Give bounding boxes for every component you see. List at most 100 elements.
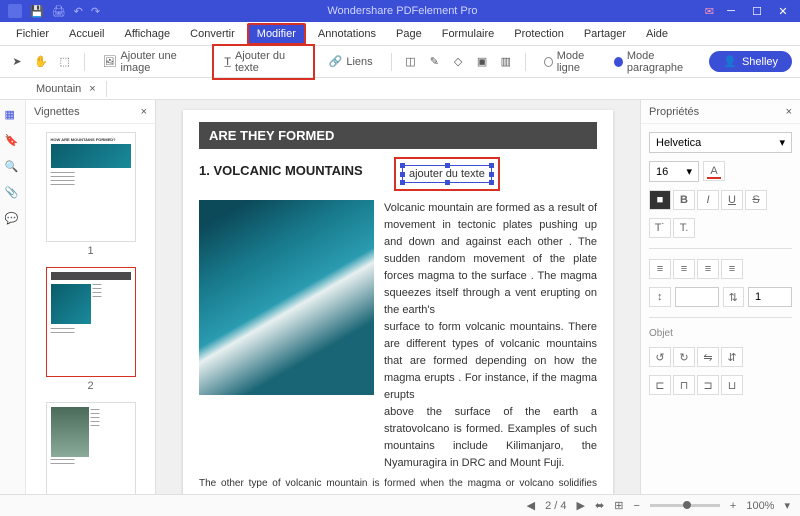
maximize-button[interactable]: ☐	[748, 3, 766, 19]
thumb-2-number: 2	[46, 380, 136, 392]
chevron-down-icon: ▾	[779, 136, 785, 149]
zoom-dropdown-icon[interactable]: ▾	[784, 499, 790, 512]
align-left-button[interactable]: ≡	[649, 259, 671, 279]
crop-icon[interactable]: ◫	[402, 52, 420, 72]
align-right-button[interactable]: ≡	[697, 259, 719, 279]
thumbnails-icon[interactable]: ▦	[5, 108, 21, 124]
redo-icon[interactable]: ↷	[91, 5, 100, 18]
undo-icon[interactable]: ↶	[74, 5, 83, 18]
panel-close-icon[interactable]: ×	[141, 106, 147, 118]
page-image	[199, 200, 374, 395]
thumbnail-2[interactable]: ▬▬▬▬▬▬▬▬▬▬▬▬ ▬▬▬▬▬▬▬▬▬▬▬▬▬▬▬▬	[46, 267, 136, 377]
thumbnails-title: Vignettes	[34, 106, 80, 118]
strike-button[interactable]: S	[745, 190, 767, 210]
doc-tab-mountain[interactable]: Mountain×	[26, 81, 107, 97]
bold-button[interactable]: B	[673, 190, 695, 210]
menu-protection[interactable]: Protection	[506, 25, 572, 43]
chevron-down-icon: ▾	[686, 165, 692, 178]
shape2-icon[interactable]: ▣	[473, 52, 491, 72]
attachment-icon[interactable]: 📎	[5, 186, 21, 202]
italic-button[interactable]: I	[697, 190, 719, 210]
thumbnail-3[interactable]: ▬▬▬▬▬▬▬▬▬▬▬▬▬▬▬ ▬▬▬▬▬▬▬▬▬▬▬▬▬▬▬▬	[46, 402, 136, 494]
superscript-button[interactable]: T˙	[649, 218, 671, 238]
spacing-icon: ↕	[649, 287, 671, 307]
document-canvas[interactable]: ARE THEY FORMED 1. VOLCANIC MOUNTAINS aj…	[156, 100, 640, 494]
menu-partager[interactable]: Partager	[576, 25, 634, 43]
mode-paragraph-radio[interactable]: Mode paragraphe	[614, 50, 703, 74]
font-color-button[interactable]: A	[703, 161, 725, 181]
menu-annotations[interactable]: Annotations	[310, 25, 384, 43]
obj-align-left-button[interactable]: ⊏	[649, 375, 671, 395]
edit-icon[interactable]: ✎	[425, 52, 443, 72]
add-image-button[interactable]: 🖼Ajouter une image	[94, 47, 206, 77]
line-spacing-icon: ⇅	[723, 287, 745, 307]
shape1-icon[interactable]: ◇	[449, 52, 467, 72]
obj-align-center-button[interactable]: ⊓	[673, 375, 695, 395]
links-button[interactable]: 🔗Liens	[321, 52, 381, 71]
prev-page-button[interactable]: ◀	[527, 499, 535, 512]
zoom-in-button[interactable]: +	[730, 500, 736, 512]
obj-align-right-button[interactable]: ⊐	[697, 375, 719, 395]
app-logo	[8, 4, 22, 18]
text-insert-highlight: ajouter du texte	[394, 157, 500, 191]
menu-affichage[interactable]: Affichage	[116, 25, 178, 43]
font-size-select[interactable]: 16▾	[649, 161, 699, 182]
fill-color-button[interactable]: ■	[649, 190, 671, 210]
menu-formulaire[interactable]: Formulaire	[434, 25, 503, 43]
menu-aide[interactable]: Aide	[638, 25, 676, 43]
props-close-icon[interactable]: ×	[786, 106, 792, 118]
menu-convertir[interactable]: Convertir	[182, 25, 243, 43]
left-icon-rail: ⌂ ▦ 🔖 🔍 📎 💬	[0, 100, 26, 494]
menu-accueil[interactable]: Accueil	[61, 25, 112, 43]
add-text-button[interactable]: T̲Ajouter du texte	[212, 44, 314, 80]
page-paragraph-1: Volcanic mountain are formed as a result…	[384, 200, 597, 472]
rotate-right-button[interactable]: ↻	[673, 347, 695, 367]
object-section-label: Objet	[649, 328, 792, 339]
fit-width-icon[interactable]: ⬌	[595, 499, 604, 512]
pdf-page: ARE THEY FORMED 1. VOLCANIC MOUNTAINS aj…	[183, 110, 613, 494]
print-icon[interactable]: 🖨	[52, 5, 66, 18]
obj-distribute-button[interactable]: ⊔	[721, 375, 743, 395]
menu-page[interactable]: Page	[388, 25, 430, 43]
rotate-left-button[interactable]: ↺	[649, 347, 671, 367]
line-spacing-input[interactable]: 1	[748, 287, 792, 307]
align-justify-button[interactable]: ≡	[721, 259, 743, 279]
align-center-button[interactable]: ≡	[673, 259, 695, 279]
fit-page-icon[interactable]: ⊞	[614, 499, 623, 512]
zoom-slider[interactable]	[650, 504, 720, 507]
save-icon[interactable]: 💾	[30, 5, 44, 18]
font-family-select[interactable]: Helvetica▾	[649, 132, 792, 153]
zoom-value: 100%	[746, 500, 774, 512]
properties-title: Propriétés	[649, 106, 699, 118]
shape3-icon[interactable]: ▥	[497, 52, 515, 72]
underline-button[interactable]: U	[721, 190, 743, 210]
flip-h-button[interactable]: ⇋	[697, 347, 719, 367]
page-paragraph-2: The other type of volcanic mountain is f…	[199, 476, 597, 494]
close-button[interactable]: ✕	[774, 3, 792, 19]
properties-panel: Propriétés × Helvetica▾ 16▾ A ■ B I U S T…	[640, 100, 800, 494]
zoom-out-button[interactable]: −	[633, 500, 639, 512]
subscript-button[interactable]: T.	[673, 218, 695, 238]
mode-line-radio[interactable]: Mode ligne	[544, 50, 604, 74]
menu-modifier[interactable]: Modifier	[247, 23, 306, 45]
toolbar: ➤ ✋ ⬚ 🖼Ajouter une image T̲Ajouter du te…	[0, 46, 800, 78]
menu-fichier[interactable]: Fichier	[8, 25, 57, 43]
thumbnail-1[interactable]: HOW ARE MOUNTAINS FORMED? ▬▬▬▬▬▬▬▬▬▬▬▬▬▬…	[46, 132, 136, 242]
char-spacing-input[interactable]	[675, 287, 719, 307]
tab-close-icon[interactable]: ×	[89, 83, 95, 95]
thumbnails-panel: Vignettes × HOW ARE MOUNTAINS FORMED? ▬▬▬…	[26, 100, 156, 494]
flip-v-button[interactable]: ⇵	[721, 347, 743, 367]
next-page-button[interactable]: ▶	[577, 499, 585, 512]
select-tool-icon[interactable]: ⬚	[56, 52, 74, 72]
image-icon: 🖼	[102, 55, 116, 68]
page-heading: 1. VOLCANIC MOUNTAINS	[199, 163, 363, 178]
minimize-button[interactable]: ─	[722, 3, 740, 19]
search-icon[interactable]: 🔍	[5, 160, 21, 176]
comment-icon[interactable]: 💬	[5, 212, 21, 228]
user-badge[interactable]: 👤Shelley	[709, 51, 792, 72]
bookmarks-icon[interactable]: 🔖	[5, 134, 21, 150]
mail-icon[interactable]: ✉	[705, 5, 714, 18]
cursor-tool-icon[interactable]: ➤	[8, 52, 26, 72]
hand-tool-icon[interactable]: ✋	[32, 52, 50, 72]
text-insert-field[interactable]: ajouter du texte	[402, 165, 492, 183]
